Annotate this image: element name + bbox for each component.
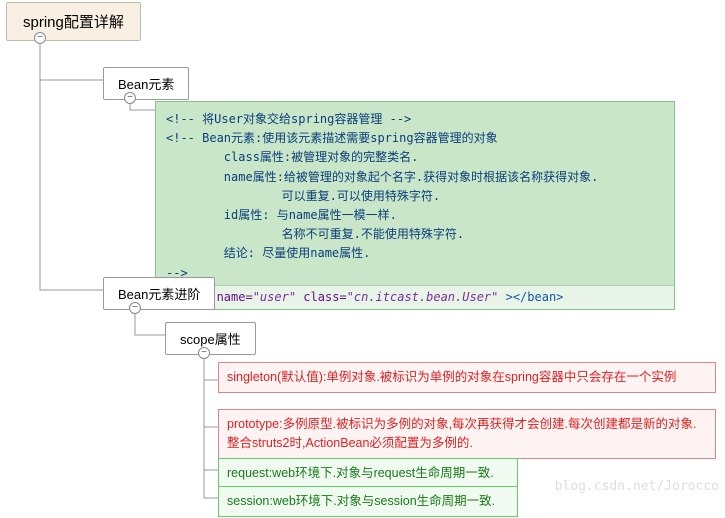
- advanced-node[interactable]: Bean元素进阶: [103, 277, 215, 310]
- code-l2: <!-- Bean元素:使用该元素描述需要spring容器管理的对象: [166, 131, 498, 145]
- watermark: blog.csdn.net/Jorocco: [555, 479, 719, 494]
- scope-row-singleton[interactable]: singleton(默认值):单例对象.被标识为单例的对象在spring容器中只…: [218, 362, 716, 393]
- scope-session-text: session:web环境下.对象与session生命周期一致.: [227, 494, 495, 508]
- advanced-title: Bean元素进阶: [118, 287, 200, 302]
- scope-title: scope属性: [180, 332, 241, 347]
- code-l4: name属性:给被管理的对象起个名字.获得对象时根据该名称获得对象.: [166, 170, 598, 184]
- scope-node[interactable]: scope属性: [165, 322, 256, 355]
- code-l1: <!-- 将User对象交给spring容器管理 -->: [166, 112, 411, 126]
- toggle-root[interactable]: −: [34, 32, 46, 44]
- code-l6: id属性: 与name属性一模一样.: [166, 208, 397, 222]
- code-l8: 结论: 尽量使用name属性.: [166, 246, 370, 260]
- bean-node[interactable]: Bean元素: [103, 67, 189, 100]
- toggle-bean[interactable]: −: [124, 92, 136, 104]
- scope-prototype-text: prototype:多例原型.被标识为多例的对象,每次再获得才会创建.每次创建都…: [227, 417, 696, 450]
- scope-row-request[interactable]: request:web环境下.对象与request生命周期一致.: [218, 458, 518, 489]
- scope-singleton-text: singleton(默认值):单例对象.被标识为单例的对象在spring容器中只…: [227, 370, 676, 384]
- code-last-line: <bean name="user" class="cn.itcast.bean.…: [156, 285, 674, 309]
- code-block: <!-- 将User对象交给spring容器管理 --> <!-- Bean元素…: [155, 101, 675, 310]
- root-title: spring配置详解: [23, 14, 124, 31]
- code-l7: 名称不可重复.不能使用特殊字符.: [166, 227, 464, 241]
- scope-request-text: request:web环境下.对象与request生命周期一致.: [227, 466, 494, 480]
- code-l3: class属性:被管理对象的完整类名.: [166, 150, 418, 164]
- root-node[interactable]: spring配置详解: [6, 2, 141, 41]
- bean-title: Bean元素: [118, 77, 174, 92]
- scope-row-session[interactable]: session:web环境下.对象与session生命周期一致.: [218, 486, 518, 517]
- toggle-advanced[interactable]: −: [129, 302, 141, 314]
- code-l5: 可以重复.可以使用特殊字符.: [166, 189, 440, 203]
- toggle-scope[interactable]: −: [198, 347, 210, 359]
- scope-row-prototype[interactable]: prototype:多例原型.被标识为多例的对象,每次再获得才会创建.每次创建都…: [218, 409, 716, 459]
